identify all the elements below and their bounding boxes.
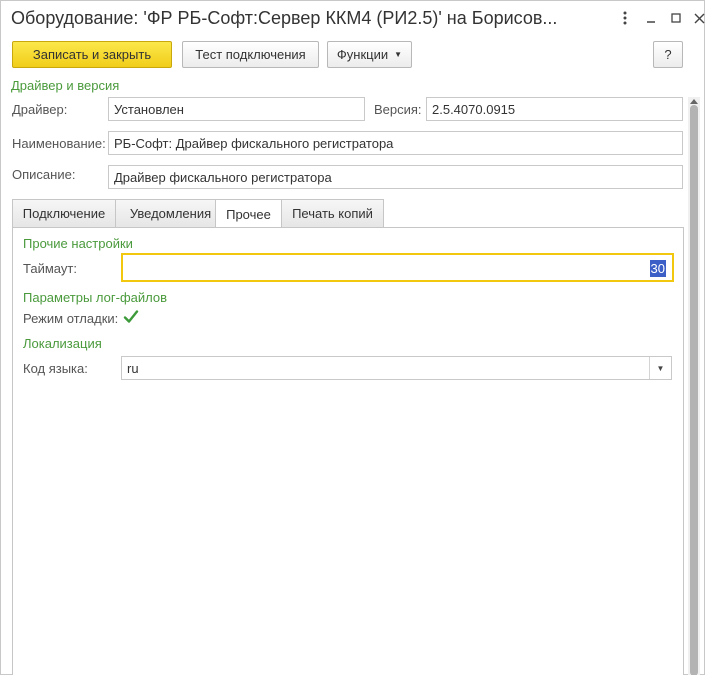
minimize-icon[interactable] (639, 7, 663, 29)
localization-title: Локализация (23, 336, 102, 351)
debug-mode-checkbox[interactable] (121, 307, 141, 327)
vertical-scrollbar[interactable] (688, 97, 700, 675)
tab-print-copies[interactable]: Печать копий (281, 199, 384, 228)
equipment-window: Оборудование: 'ФР РБ-Софт:Сервер ККМ4 (Р… (0, 0, 705, 675)
language-code-label: Код языка: (23, 361, 88, 376)
debug-mode-label: Режим отладки: (23, 311, 119, 326)
version-label: Версия: (374, 102, 422, 117)
timeout-label: Таймаут: (23, 261, 77, 276)
more-icon[interactable] (613, 7, 637, 29)
driver-section-title: Драйвер и версия (11, 78, 120, 93)
driver-field: Установлен (108, 97, 365, 121)
window-title: Оборудование: 'ФР РБ-Софт:Сервер ККМ4 (Р… (11, 8, 558, 28)
version-field: 2.5.4070.0915 (426, 97, 683, 121)
language-code-select[interactable]: ru ▼ (121, 356, 672, 380)
language-code-value: ru (127, 361, 139, 376)
description-label: Описание: (12, 167, 76, 182)
chevron-down-icon[interactable]: ▼ (649, 357, 671, 379)
other-settings-title: Прочие настройки (23, 236, 133, 251)
driver-label: Драйвер: (12, 102, 68, 117)
timeout-value: 30 (649, 260, 666, 277)
title-bar: Оборудование: 'ФР РБ-Софт:Сервер ККМ4 (Р… (1, 1, 704, 37)
description-field[interactable]: Драйвер фискального регистратора (108, 165, 683, 189)
name-label: Наименование: (12, 136, 106, 151)
chevron-down-icon: ▼ (394, 50, 403, 59)
log-params-title: Параметры лог-файлов (23, 290, 167, 305)
tab-other[interactable]: Прочее (215, 199, 282, 229)
close-icon[interactable] (687, 7, 705, 29)
tab-connection[interactable]: Подключение (12, 199, 116, 228)
maximize-icon[interactable] (664, 7, 688, 29)
scroll-up-icon[interactable] (688, 97, 700, 105)
save-and-close-button[interactable]: Записать и закрыть (12, 41, 172, 68)
name-field[interactable]: РБ-Софт: Драйвер фискального регистратор… (108, 131, 683, 155)
scrollbar-thumb[interactable] (690, 105, 698, 675)
test-connection-button[interactable]: Тест подключения (182, 41, 319, 68)
functions-button[interactable]: Функции ▼ (327, 41, 412, 68)
timeout-input[interactable]: 30 (121, 253, 674, 282)
checkmark-icon (123, 310, 139, 323)
tab-notifications[interactable]: Уведомления (115, 199, 226, 228)
help-button[interactable]: ? (653, 41, 683, 68)
toolbar: Записать и закрыть Тест подключения Функ… (1, 41, 704, 69)
functions-button-label: Функции (336, 47, 389, 62)
